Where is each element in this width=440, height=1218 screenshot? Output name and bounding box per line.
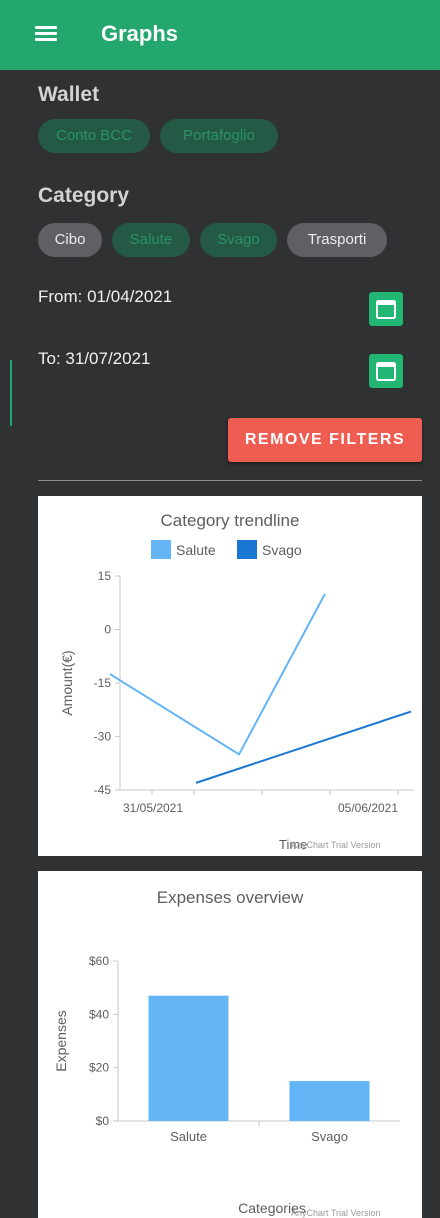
remove-filters-button[interactable]: REMOVE FILTERS <box>228 418 422 462</box>
bar-salute <box>148 995 229 1121</box>
y-tick-label: 15 <box>98 569 112 583</box>
y-tick-label: -30 <box>94 730 112 744</box>
expenses-chart: Expenses overview $0 $20 $40 $60 Expenses Sal… <box>53 888 400 1218</box>
calendar-icon <box>376 300 396 319</box>
legend-label-salute: Salute <box>176 542 216 558</box>
y-tick-label: -15 <box>94 676 112 690</box>
category-section-title: Category <box>38 184 130 207</box>
y-tick-label: $40 <box>89 1007 109 1021</box>
x-tick-label: Salute <box>170 1129 207 1144</box>
legend-swatch-salute <box>151 540 171 559</box>
wallet-section-title: Wallet <box>38 83 100 106</box>
chip-category-salute[interactable]: Salute <box>112 223 190 257</box>
x-tick-label: Svago <box>311 1129 348 1144</box>
chart-title: Category trendline <box>161 511 300 530</box>
chip-category-svago[interactable]: Svago <box>200 223 277 257</box>
y-tick-label: 0 <box>104 623 111 637</box>
chip-wallet-portafoglio[interactable]: Portafoglio <box>160 119 278 153</box>
from-date-button[interactable] <box>369 292 403 326</box>
chip-category-cibo[interactable]: Cibo <box>38 223 102 257</box>
scroll-edge-indicator <box>10 360 12 426</box>
y-tick-label: $20 <box>89 1061 109 1075</box>
y-axis-title: Amount(€) <box>59 650 75 715</box>
trendline-chart: Category trendline Salute Svago 15 0 -15 -30… <box>59 511 414 852</box>
y-tick-label: $60 <box>89 954 109 968</box>
y-tick-label: -45 <box>94 783 112 797</box>
chip-category-trasporti[interactable]: Trasporti <box>287 223 387 257</box>
calendar-icon <box>376 362 396 381</box>
x-tick-label: 31/05/2021 <box>123 801 183 815</box>
from-date-label: From: 01/04/2021 <box>38 287 173 306</box>
watermark: AnyChart Trial Version <box>291 1208 381 1218</box>
legend-swatch-svago <box>237 540 257 559</box>
bar-svago <box>289 1081 370 1121</box>
section-divider <box>38 480 422 481</box>
series-line-salute <box>109 593 326 756</box>
x-tick-label: 05/06/2021 <box>338 801 398 815</box>
hamburger-menu-icon[interactable] <box>35 24 57 42</box>
y-axis-title: Expenses <box>53 1010 69 1071</box>
y-tick-label: $0 <box>96 1114 110 1128</box>
chart-legend: Salute Svago <box>151 540 302 559</box>
to-date-label: To: 31/07/2021 <box>38 349 151 368</box>
app-bar: Graphs <box>0 0 440 70</box>
legend-label-svago: Svago <box>262 542 302 558</box>
chip-wallet-conto-bcc[interactable]: Conto BCC <box>38 119 150 153</box>
chart-title: Expenses overview <box>157 888 304 907</box>
expenses-chart-card: Expenses overview $0 $20 $40 $60 Expenses Sal… <box>38 871 422 1218</box>
page-title: Graphs <box>101 21 179 46</box>
watermark: AnyChart Trial Version <box>291 840 381 850</box>
trendline-chart-card: Category trendline Salute Svago 15 0 -15 -30… <box>38 496 422 856</box>
to-date-button[interactable] <box>369 354 403 388</box>
